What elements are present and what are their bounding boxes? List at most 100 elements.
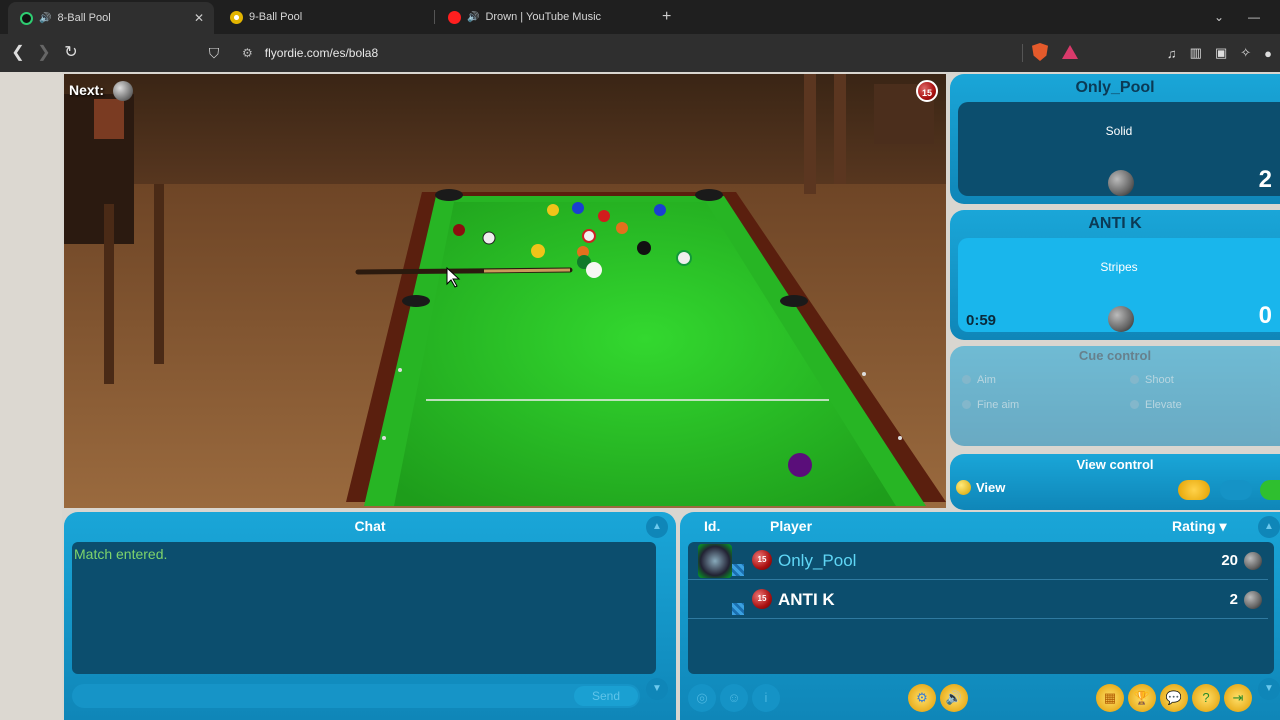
rack-ball-icon: 15: [752, 589, 772, 609]
tab-title: 8-Ball Pool: [57, 12, 111, 24]
trophy-icon[interactable]: 🏆: [1128, 684, 1156, 712]
cue-stick-shaft: [483, 268, 571, 273]
rating-ball-icon: [1244, 552, 1262, 570]
chevron-down-icon[interactable]: ▼: [646, 678, 668, 700]
ball-group: Stripes: [1100, 260, 1138, 274]
cue-control-title: Cue control: [1078, 348, 1152, 363]
eight-ball: [637, 241, 651, 255]
tab-search-icon[interactable]: ⌄: [1214, 10, 1224, 24]
rotate-view-button[interactable]: [1220, 480, 1252, 500]
next-label: Next:: [69, 82, 105, 98]
rack-ball-icon: 15: [752, 550, 772, 570]
player-name: Only_Pool: [778, 551, 857, 570]
pocket: [780, 295, 808, 307]
exit-icon[interactable]: ⇥: [1224, 684, 1252, 712]
radio-selected-icon: [956, 480, 971, 495]
speaker-icon: 🔊: [467, 11, 480, 23]
ball: [547, 204, 559, 216]
player-name: ANTI K: [1088, 215, 1142, 232]
flag-icon: [732, 564, 744, 576]
chair-right: [834, 74, 846, 184]
player-name: Only_Pool: [1075, 79, 1155, 96]
bookmark-icon[interactable]: ⛉: [203, 42, 225, 64]
close-tab-icon[interactable]: ✕: [194, 11, 204, 25]
pool-table-scene: [64, 74, 946, 508]
pocket: [435, 189, 463, 201]
shop-icon[interactable]: ▦: [1096, 684, 1124, 712]
zoom-view-button[interactable]: [1178, 480, 1210, 500]
wallet-icon[interactable]: ▣: [1215, 45, 1227, 61]
send-button[interactable]: Send: [574, 686, 638, 706]
player-info: Stripes 0:59 0: [958, 238, 1280, 332]
table-row[interactable]: 15 ANTI K 2: [688, 581, 1268, 619]
turn-timer: 0:59: [966, 312, 997, 329]
player-card-1: Only_Pool Solid 2: [950, 74, 1280, 204]
new-tab-icon[interactable]: +: [662, 8, 671, 26]
player-card-2: ANTI K Stripes 0:59 0: [950, 210, 1280, 340]
tab-title: Drown | YouTube Music: [485, 11, 602, 23]
chevron-down-icon[interactable]: ▼: [1258, 678, 1280, 700]
tab-8-ball-pool[interactable]: 🔊 8-Ball Pool ✕: [8, 2, 214, 34]
books: [94, 99, 124, 139]
ball: [654, 204, 666, 216]
page-content: Next: 15 Only_Pool Solid 2 ANTI K Stripe…: [0, 72, 1280, 720]
rating-ball-icon: [1244, 591, 1262, 609]
ball: [788, 453, 812, 477]
sidebar-icon[interactable]: ▥: [1190, 45, 1202, 61]
fine-aim-option[interactable]: Fine aim: [962, 399, 1019, 411]
gear-icon[interactable]: ⚙: [908, 684, 936, 712]
back-icon[interactable]: ❮: [7, 42, 29, 64]
help-icon[interactable]: ?: [1192, 684, 1220, 712]
profile-icon[interactable]: ●: [1264, 46, 1272, 61]
pocket: [695, 189, 723, 201]
forward-icon[interactable]: ❯: [33, 42, 55, 64]
address-bar[interactable]: ⚙ flyordie.com/es/bola8: [236, 39, 1088, 67]
ball-group-icon: [1108, 306, 1134, 332]
elevate-option[interactable]: Elevate: [1130, 399, 1182, 411]
media-icon[interactable]: ♫: [1167, 46, 1177, 61]
cue-control-panel: Cue control Aim Shoot Fine aim Elevate: [950, 346, 1280, 446]
shoot-option[interactable]: Shoot: [1130, 374, 1174, 386]
cue-ball: [586, 262, 602, 278]
chat-bubbles-icon[interactable]: 💬: [1160, 684, 1188, 712]
profile-disabled-icon[interactable]: ☺: [720, 684, 748, 712]
leo-ai-icon[interactable]: ✧: [1240, 45, 1251, 61]
tab-divider: [434, 10, 435, 24]
minimize-icon[interactable]: —: [1248, 10, 1260, 24]
chat-input[interactable]: [72, 684, 640, 708]
ball: [598, 210, 610, 222]
table-view-button[interactable]: [1260, 480, 1280, 500]
col-id: Id.: [704, 518, 721, 534]
col-player: Player: [770, 518, 813, 534]
brave-rewards-icon[interactable]: [1062, 45, 1078, 59]
pocket: [402, 295, 430, 307]
settings-disabled-icon[interactable]: ◎: [688, 684, 716, 712]
player-name: ANTI K: [778, 590, 835, 609]
view-radio[interactable]: View: [956, 480, 1005, 495]
chair-right: [804, 74, 816, 194]
chevron-up-icon[interactable]: ▲: [646, 516, 668, 538]
sound-icon[interactable]: 🔊: [940, 684, 968, 712]
toolbar-actions: ♫ ▥ ▣ ✧ ●: [1167, 34, 1280, 72]
flyordie-favicon-icon: [20, 11, 33, 25]
player-rating: 2: [1229, 591, 1238, 608]
table-row[interactable]: 15 Only_Pool 20: [688, 542, 1268, 580]
tab-youtube-music[interactable]: 🔊 Drown | YouTube Music: [436, 0, 646, 34]
chat-log: Match entered.: [72, 542, 656, 674]
col-rating[interactable]: Rating ▾: [1172, 518, 1226, 535]
tab-title: 9-Ball Pool: [249, 11, 303, 23]
page-margin: [0, 72, 62, 720]
rail-diamond: [898, 436, 902, 440]
player-score: 0: [1258, 302, 1272, 329]
chevron-up-icon[interactable]: ▲: [1258, 516, 1280, 538]
ball: [572, 202, 584, 214]
game-canvas[interactable]: Next: 15: [64, 74, 946, 508]
speaker-icon: 🔊: [39, 12, 52, 24]
site-info-icon[interactable]: ⚙: [242, 46, 253, 60]
reload-icon[interactable]: ↻: [60, 42, 82, 64]
aim-option[interactable]: Aim: [962, 374, 996, 386]
ball: [482, 231, 496, 245]
info-disabled-icon[interactable]: i: [752, 684, 780, 712]
tab-9-ball-pool[interactable]: 9-Ball Pool: [218, 0, 428, 34]
chat-panel: Chat ▲ Match entered. Send ▼: [64, 512, 676, 720]
